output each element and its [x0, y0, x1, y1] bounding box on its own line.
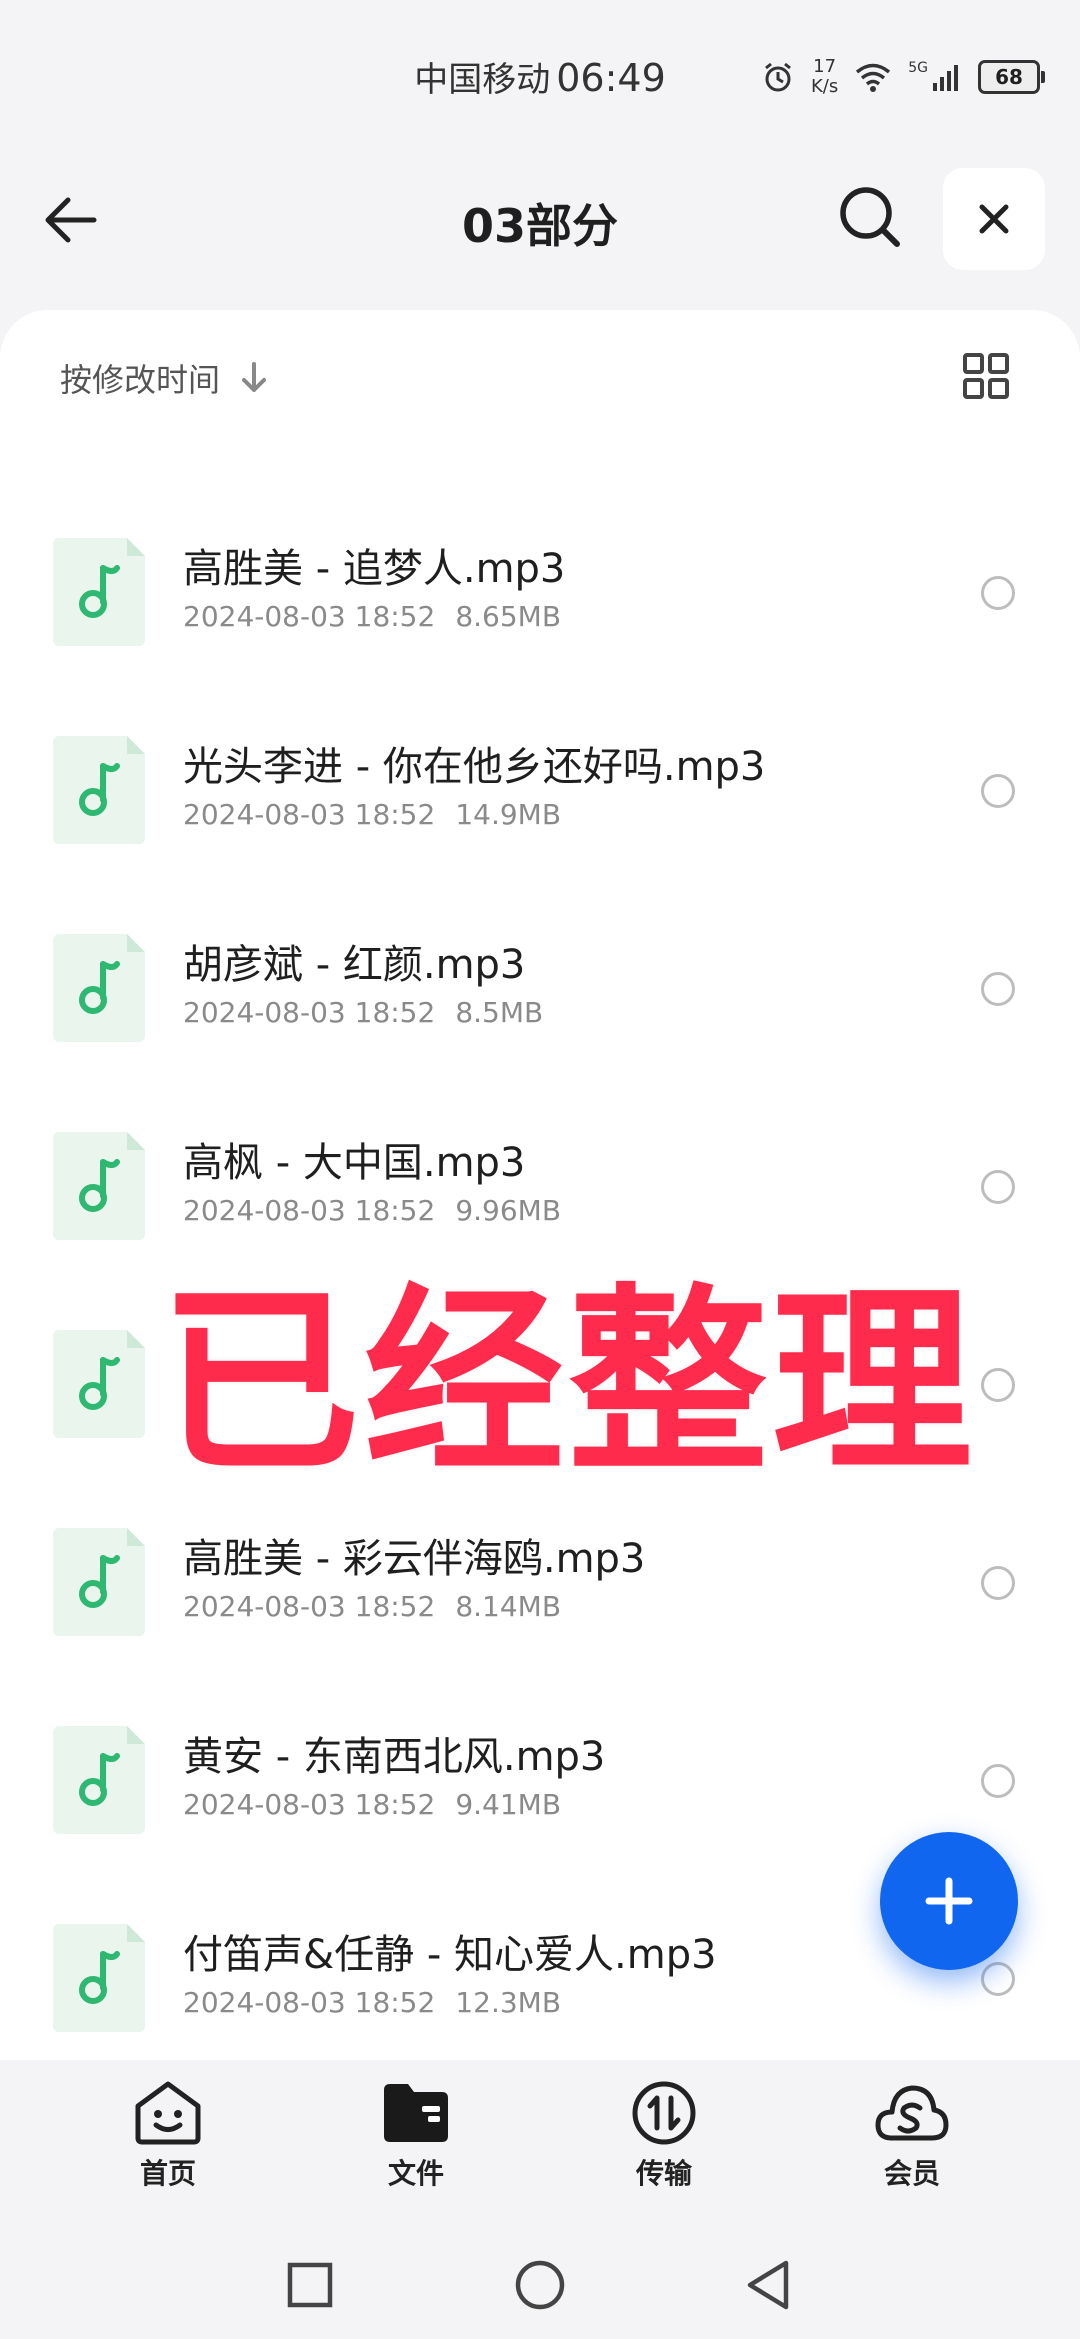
file-date: 2024-08-03 18:52 [183, 1590, 436, 1623]
triangle-back-icon [747, 2260, 789, 2310]
recents-button[interactable] [280, 2255, 340, 2315]
select-radio[interactable] [981, 1368, 1015, 1402]
file-meta: 2024-08-03 18:52 14.9MB [183, 798, 561, 831]
music-file-icon [53, 1132, 145, 1240]
file-name: 付笛声&任静 - 知心爱人.mp3 [183, 1932, 717, 1978]
sort-selector[interactable]: 按修改时间 [60, 355, 270, 401]
battery-level: 68 [995, 65, 1023, 89]
select-radio[interactable] [981, 1764, 1015, 1798]
music-file-icon [53, 1924, 145, 2032]
file-meta: 2024-08-03 18:52 8.14MB [183, 1590, 561, 1623]
select-radio[interactable] [981, 576, 1015, 610]
home-button[interactable] [510, 2255, 570, 2315]
battery-indicator: 68 [978, 60, 1045, 94]
close-button[interactable] [943, 168, 1045, 270]
select-radio[interactable] [981, 1962, 1015, 1996]
network-speed: 17 K/s [811, 57, 838, 97]
file-name: 高胜美 - 彩云伴海鸥.mp3 [183, 1536, 646, 1582]
nav-label: 传输 [635, 2157, 692, 2190]
file-date: 2024-08-03 18:52 [183, 1986, 436, 2019]
music-file-icon [53, 1726, 145, 1834]
nav-label: 文件 [387, 2157, 444, 2190]
music-file-icon [53, 1330, 145, 1438]
status-icons: 17 K/s 5G 68 [761, 52, 1045, 102]
file-row[interactable]: 高胜美 - 追梦人.mp3 2024-08-03 18:52 8.65MB [0, 506, 1080, 704]
file-name: 光头李进 - 你在他乡还好吗.mp3 [183, 744, 766, 790]
close-icon [979, 204, 1009, 234]
file-name: 高胜美 - 追梦人.mp3 [183, 546, 566, 592]
music-file-icon [53, 736, 145, 844]
status-bar: 中国移动 06:49 17 K/s 5G 68 [0, 0, 1080, 150]
select-radio[interactable] [981, 774, 1015, 808]
speed-unit: K/s [810, 76, 839, 97]
file-size: 8.14MB [455, 1590, 562, 1623]
file-row[interactable]: 光头李进 - 你在他乡还好吗.mp3 2024-08-03 18:52 14.9MB [0, 704, 1080, 902]
nav-transfer[interactable]: 传输 [584, 2080, 744, 2192]
music-file-icon [53, 538, 145, 646]
select-radio[interactable] [981, 1566, 1015, 1600]
file-size: 12.3MB [455, 1986, 562, 2019]
header: 03部分 [0, 160, 1080, 280]
nav-files[interactable]: 文件 [336, 2080, 496, 2192]
music-file-icon [53, 1528, 145, 1636]
add-button[interactable] [880, 1832, 1018, 1970]
file-meta: 2024-08-03 18:52 8.65MB [183, 600, 561, 633]
square-icon [287, 2262, 333, 2308]
search-button[interactable] [835, 182, 905, 252]
signal-icon [933, 65, 958, 91]
sort-label: 按修改时间 [60, 361, 221, 399]
file-meta: 2024-08-03 18:52 8.5MB [183, 996, 543, 1029]
file-row[interactable]: 胡彦斌 - 红颜.mp3 2024-08-03 18:52 8.5MB [0, 902, 1080, 1100]
circle-icon [515, 2260, 565, 2310]
nav-label: 会员 [883, 2157, 940, 2190]
folder-icon [384, 2084, 448, 2142]
file-name: 高枫 - 大中国.mp3 [183, 1140, 526, 1186]
clock: 06:49 [556, 56, 666, 100]
file-meta: 2024-08-03 18:52 12.3MB [183, 1986, 561, 2019]
music-file-icon [53, 934, 145, 1042]
wifi-icon [856, 63, 891, 92]
speed-value: 17 [813, 56, 837, 77]
file-size: 8.5MB [455, 996, 544, 1029]
overlay-stamp-text: 已经整理 [155, 1262, 977, 1505]
file-size: 9.41MB [455, 1788, 562, 1821]
vip-cloud-icon [875, 2085, 949, 2141]
file-name: 黄安 - 东南西北风.mp3 [183, 1734, 606, 1780]
select-radio[interactable] [981, 1170, 1015, 1204]
nav-vip[interactable]: 会员 [832, 2080, 992, 2192]
back-nav-button[interactable] [740, 2255, 800, 2315]
nav-home[interactable]: 首页 [88, 2080, 248, 2192]
view-toggle-button[interactable] [962, 352, 1010, 400]
page-title: 03部分 [461, 199, 618, 253]
nav-label: 首页 [139, 2157, 196, 2190]
grid-view-icon [963, 353, 1009, 399]
carrier-label: 中国移动 [414, 60, 551, 100]
plus-icon [925, 1877, 973, 1925]
arrow-down-icon [242, 362, 267, 392]
search-icon [840, 187, 900, 247]
file-date: 2024-08-03 18:52 [183, 600, 436, 633]
system-nav-bar [0, 2235, 1080, 2339]
file-name: 胡彦斌 - 红颜.mp3 [183, 942, 526, 988]
file-date: 2024-08-03 18:52 [183, 1788, 436, 1821]
file-size: 8.65MB [455, 600, 562, 633]
file-date: 2024-08-03 18:52 [183, 996, 436, 1029]
network-type: 5G [908, 60, 928, 76]
file-row[interactable]: 高胜美 - 彩云伴海鸥.mp3 2024-08-03 18:52 8.14MB [0, 1496, 1080, 1694]
home-face-icon [135, 2081, 201, 2145]
file-date: 2024-08-03 18:52 [183, 798, 436, 831]
alarm-icon [765, 62, 791, 92]
transfer-icon [632, 2081, 696, 2145]
select-radio[interactable] [981, 972, 1015, 1006]
file-meta: 2024-08-03 18:52 9.41MB [183, 1788, 561, 1821]
bottom-nav: 首页 文件 传输 会员 [0, 2060, 1080, 2220]
file-size: 14.9MB [455, 798, 562, 831]
